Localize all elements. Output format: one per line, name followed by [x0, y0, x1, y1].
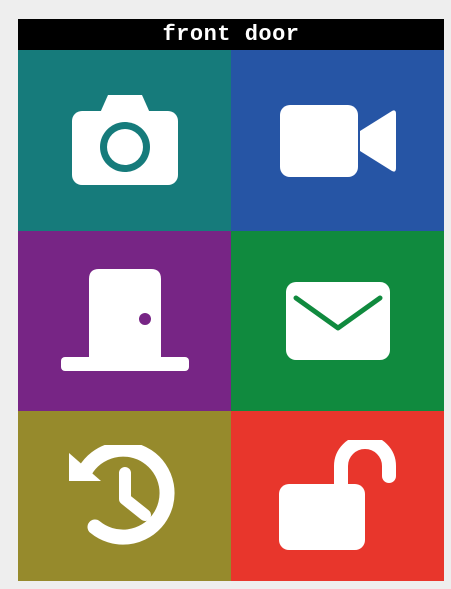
history-button[interactable] [18, 411, 231, 581]
screen: front door [18, 19, 444, 581]
message-button[interactable] [231, 231, 444, 411]
unlock-button[interactable] [231, 411, 444, 581]
camera-icon [71, 94, 178, 185]
video-button[interactable] [231, 50, 444, 231]
envelope-icon [285, 282, 390, 360]
door-icon [60, 269, 189, 371]
history-icon [68, 445, 175, 545]
device-frame: front door [0, 0, 451, 589]
action-grid [18, 50, 444, 581]
camera-button[interactable] [18, 50, 231, 231]
page-title: front door [18, 19, 444, 50]
video-camera-icon [279, 104, 396, 177]
unlocked-padlock-icon [278, 440, 396, 550]
door-button[interactable] [18, 231, 231, 411]
